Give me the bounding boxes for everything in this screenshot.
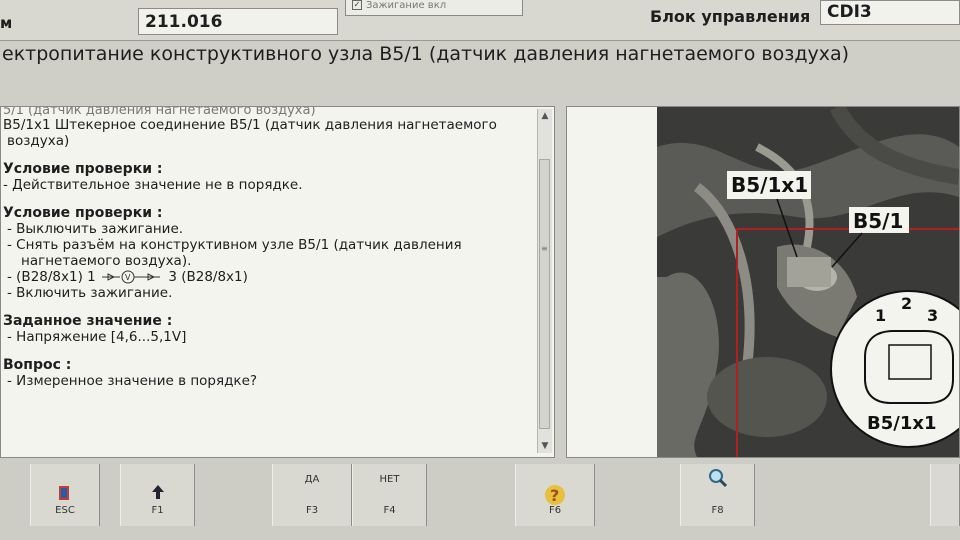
label-connector: B5/1x1	[731, 173, 808, 197]
edge-button[interactable]	[930, 464, 960, 526]
clipped-line: 5/1 (датчик давления нагнетаемого воздух…	[3, 107, 316, 117]
arrow-up-icon	[121, 484, 194, 504]
f1-button[interactable]: F1	[120, 464, 195, 526]
scroll-thumb[interactable]	[539, 159, 550, 429]
esc-key-label: ESC	[55, 505, 75, 516]
setpoint-voltage: - Напряжение [4,6...5,1V]	[7, 329, 187, 345]
component-photo-panel: B5/1x1 B5/1 1 2 3 B5/1x1	[566, 106, 960, 458]
checkbox-icon[interactable]: ✓	[352, 0, 362, 10]
pin-2-label: 2	[901, 294, 912, 313]
f3-key-label: F3	[305, 505, 319, 516]
model-code-field: 211.016	[138, 8, 338, 35]
f1-key-label: F1	[151, 505, 164, 516]
step-measure: - (B28/8x1) 1 V 3 (B28/8x1)	[3, 269, 535, 285]
control-unit-field: CDI3	[820, 0, 960, 25]
step-disconnect-cont: нагнетаемого воздуха).	[21, 253, 192, 269]
step-disconnect: - Снять разъём на конструктивном узле B5…	[7, 237, 462, 253]
engine-bay-photo: B5/1x1 B5/1 1 2 3 B5/1x1	[657, 107, 959, 457]
f8-key-label: F8	[711, 505, 724, 516]
ignition-popup[interactable]: ✓ Зажигание вкл	[345, 0, 523, 16]
pin-3-label: 3	[927, 306, 938, 325]
control-unit-label: Блок управления	[650, 7, 811, 26]
header-left-fragment: м	[0, 14, 13, 32]
question-heading: Вопрос :	[3, 357, 72, 373]
f3-caption: ДА	[304, 474, 320, 485]
magnifier-icon	[681, 468, 754, 492]
f3-yes-button[interactable]: ДА F3	[272, 464, 352, 526]
check-condition-heading-1: Условие проверки :	[3, 161, 163, 177]
measure-to: 3 (B28/8x1)	[168, 269, 248, 285]
scroll-up-arrow-icon[interactable]: ▲	[538, 109, 552, 123]
popup-label: Зажигание вкл	[366, 0, 447, 11]
svg-text:V: V	[125, 273, 131, 282]
label-sensor: B5/1	[853, 209, 903, 233]
measure-from: - (B28/8x1) 1	[7, 269, 96, 285]
step-ignition-off: - Выключить зажигание.	[7, 221, 184, 237]
page-title: ектропитание конструктивного узла B5/1 (…	[2, 43, 850, 65]
esc-button[interactable]: ESC	[30, 464, 100, 526]
check-condition-item-1: - Действительное значение не в порядке.	[3, 177, 303, 193]
f4-caption: НЕТ	[379, 474, 400, 485]
connector-line-cont: воздуха)	[7, 133, 70, 149]
f8-zoom-button[interactable]: F8	[680, 464, 755, 526]
test-instructions-panel[interactable]: 5/1 (датчик давления нагнетаемого воздух…	[0, 106, 555, 458]
f4-key-label: F4	[383, 505, 396, 516]
connector-line: B5/1x1 Штекерное соединение B5/1 (датчик…	[3, 117, 497, 133]
step-ignition-on: - Включить зажигание.	[7, 285, 173, 301]
f6-key-label: F6	[548, 505, 562, 516]
check-condition-heading-2: Условие проверки :	[3, 205, 163, 221]
instructions-text: 5/1 (датчик давления нагнетаемого воздух…	[3, 107, 535, 389]
setpoint-heading: Заданное значение :	[3, 313, 173, 329]
scroll-grip-icon: ≡	[541, 244, 548, 253]
detail-label: B5/1x1	[867, 413, 936, 434]
voltmeter-symbol-icon: V	[102, 270, 161, 284]
vertical-scrollbar[interactable]: ▲ ≡ ▼	[537, 109, 552, 453]
function-key-toolbar: ESC F1 ДА F3 НЕТ F4 ? F6 F8	[0, 458, 960, 540]
question-text: - Измеренное значение в порядке?	[7, 373, 258, 389]
f4-no-button[interactable]: НЕТ F4	[352, 464, 427, 526]
pin-1-label: 1	[875, 306, 886, 325]
f6-help-button[interactable]: ? F6	[515, 464, 595, 526]
scroll-down-arrow-icon[interactable]: ▼	[538, 439, 552, 453]
top-header: м 211.016 ✓ Зажигание вкл Блок управления…	[0, 0, 960, 41]
exit-door-icon	[31, 484, 99, 506]
svg-text:?: ?	[550, 486, 559, 505]
